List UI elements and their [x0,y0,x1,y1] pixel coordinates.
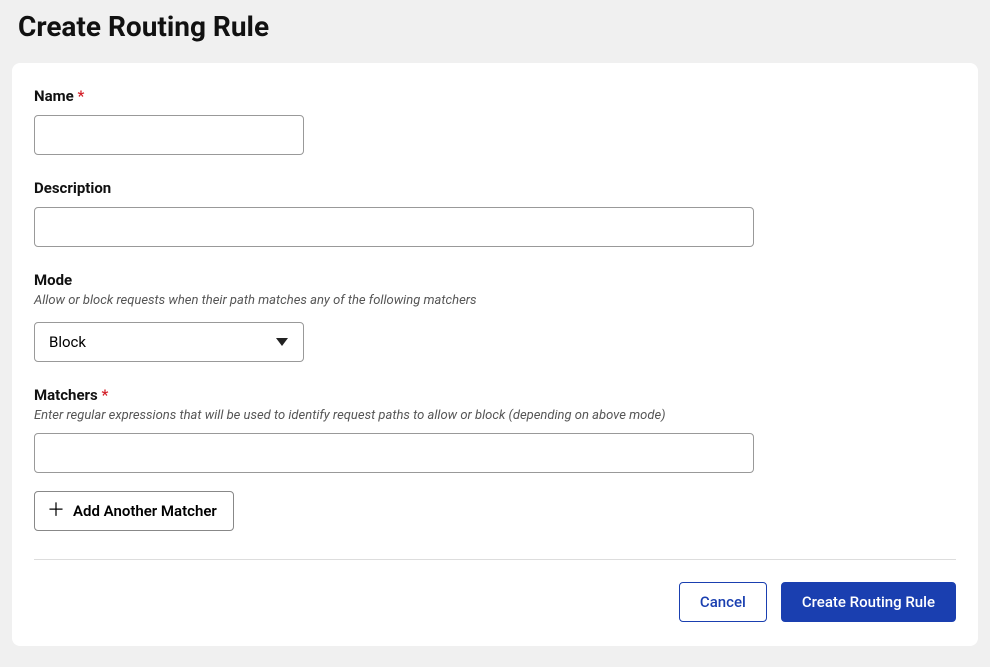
name-required-mark: * [77,87,84,105]
divider [34,559,956,560]
matchers-group: Matchers * Enter regular expressions tha… [34,386,956,531]
mode-help-text: Allow or block requests when their path … [34,293,956,308]
matchers-label-text: Matchers [34,386,98,404]
name-input[interactable] [34,115,304,155]
form-card: Name * Description Mode Allow or block r… [12,63,978,646]
matchers-help-text: Enter regular expressions that will be u… [34,408,956,423]
footer-actions: Cancel Create Routing Rule [34,582,956,622]
create-routing-rule-button[interactable]: Create Routing Rule [781,582,956,622]
add-another-matcher-button[interactable]: ＋ Add Another Matcher [34,491,234,531]
description-group: Description [34,179,956,247]
mode-select[interactable]: Block [34,322,304,362]
description-input[interactable] [34,207,754,247]
mode-selected-value: Block [49,333,86,351]
add-matcher-label: Add Another Matcher [73,502,217,520]
cancel-button[interactable]: Cancel [679,582,767,622]
matcher-input[interactable] [34,433,754,473]
description-label: Description [34,179,956,197]
matchers-label: Matchers * [34,386,956,404]
name-label: Name * [34,87,956,105]
page-title: Create Routing Rule [18,10,972,43]
name-label-text: Name [34,87,74,105]
matchers-required-mark: * [101,386,108,404]
name-group: Name * [34,87,956,155]
mode-label: Mode [34,271,956,289]
plus-icon: ＋ [47,502,65,520]
mode-group: Mode Allow or block requests when their … [34,271,956,362]
